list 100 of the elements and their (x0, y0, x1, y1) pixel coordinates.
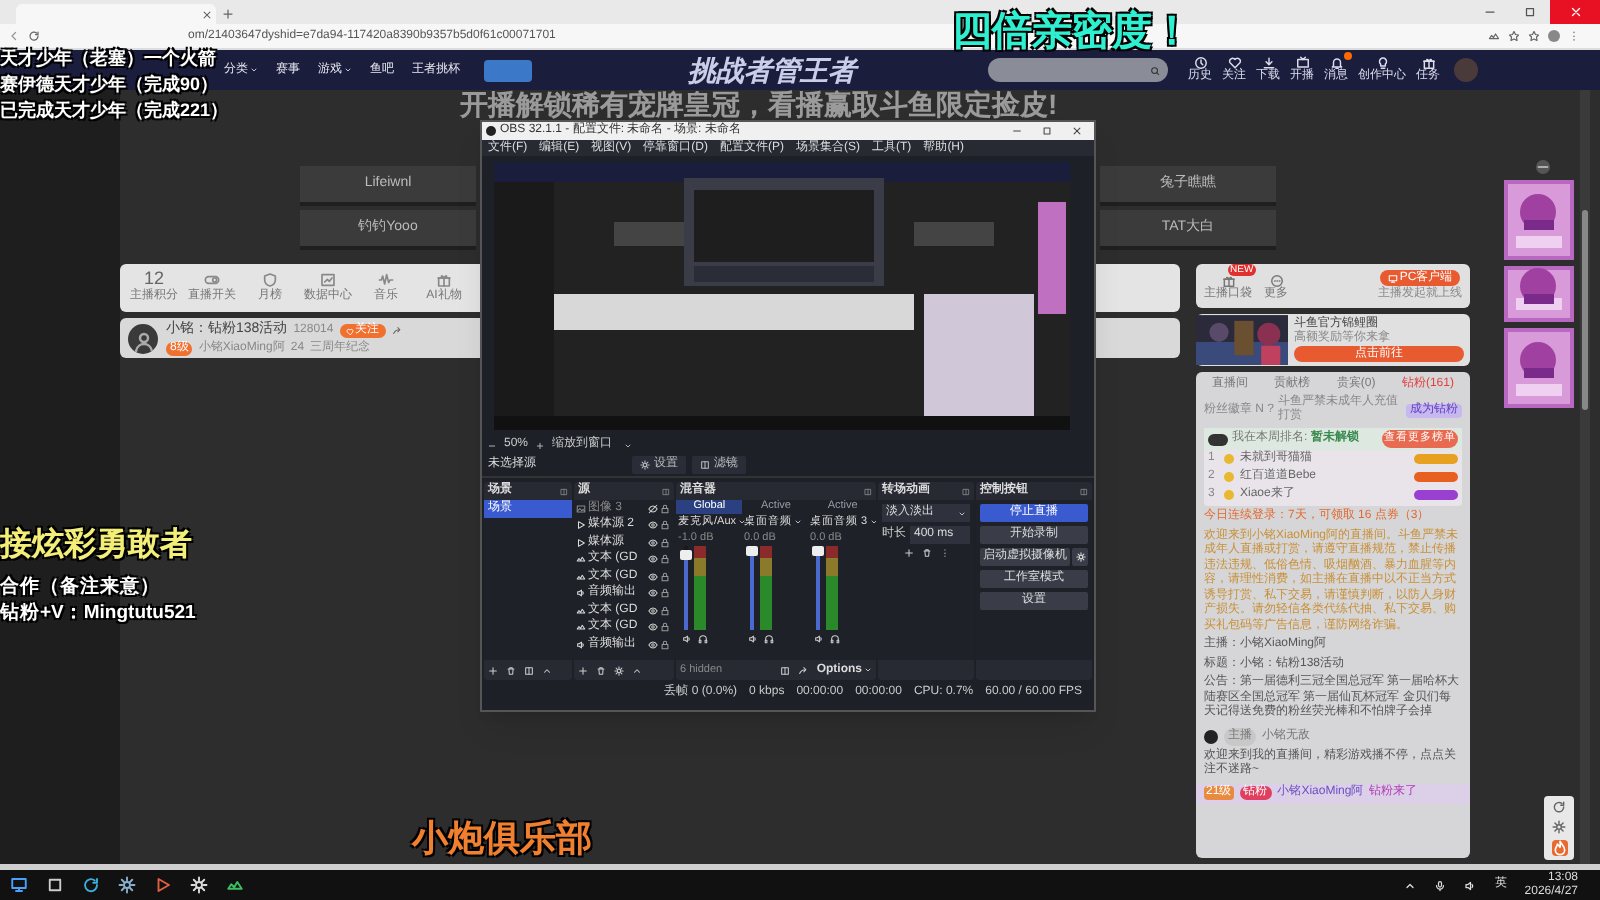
user-avatar (1204, 729, 1218, 743)
waveform-icon[interactable] (378, 271, 394, 287)
eye-icon[interactable] (648, 520, 658, 531)
volume-thumb[interactable] (680, 549, 692, 560)
shield-icon[interactable] (262, 271, 278, 287)
gift-icon (1421, 56, 1435, 70)
move-up-icon[interactable] (632, 665, 642, 675)
undock-icon[interactable] (1080, 487, 1088, 495)
toggle-icon[interactable] (204, 271, 220, 287)
new-tab-icon[interactable] (222, 8, 234, 20)
audio-source-icon (576, 639, 586, 650)
stream-overlay-text: 四倍亲密度！ (952, 12, 1192, 52)
eye-icon[interactable] (648, 605, 658, 616)
monitoring-icon[interactable] (830, 634, 840, 645)
move-up-icon[interactable] (542, 665, 552, 675)
eye-icon[interactable] (648, 639, 658, 650)
remove-icon[interactable] (506, 665, 516, 675)
download-icon (1261, 56, 1275, 70)
add-icon[interactable] (903, 548, 913, 558)
remove-icon[interactable] (921, 548, 931, 558)
stream-overlay-text: 赛伊德天才少年（完成90） (0, 76, 219, 94)
volume-icon[interactable] (1464, 879, 1477, 891)
broadcast-icon (1295, 56, 1309, 70)
more-icon (1269, 274, 1283, 288)
user-avatars (1208, 433, 1228, 445)
person-icon (131, 329, 155, 353)
level-meter (760, 546, 772, 631)
promo-headline: 开播解锁稀有宠牌皇冠，看播赢取斗鱼限定捡皮! (460, 90, 1058, 120)
refresh-icon[interactable] (1552, 800, 1566, 814)
level-meter (826, 546, 838, 631)
gift-icon[interactable] (436, 271, 452, 287)
media-icon[interactable] (154, 876, 172, 894)
bulb-icon (1375, 56, 1389, 70)
layout-icon[interactable] (780, 665, 791, 675)
mute-icon[interactable] (682, 634, 692, 645)
lock-icon[interactable] (660, 605, 670, 616)
settings-icon (640, 460, 650, 470)
promo-badge[interactable] (484, 59, 532, 81)
close-icon[interactable] (202, 9, 212, 19)
monitoring-icon[interactable] (764, 634, 774, 645)
undock-icon[interactable] (864, 487, 872, 495)
heart-icon (345, 327, 354, 335)
filter-icon[interactable] (524, 665, 534, 675)
lock-icon[interactable] (660, 520, 670, 531)
microphone-icon[interactable] (1434, 879, 1447, 891)
lock-icon[interactable] (660, 588, 670, 599)
remove-icon[interactable] (596, 665, 606, 675)
maximize-icon[interactable] (1042, 126, 1052, 136)
minimize-icon[interactable] (1484, 6, 1496, 18)
maximize-icon[interactable] (1524, 6, 1536, 18)
settings-icon[interactable] (1552, 820, 1566, 834)
level-meter (694, 546, 706, 631)
undock-icon[interactable] (560, 487, 568, 495)
eye-icon[interactable] (648, 588, 658, 599)
collections-icon[interactable] (1528, 30, 1540, 42)
volume-thumb[interactable] (812, 546, 824, 557)
chart-icon[interactable] (320, 271, 336, 287)
event-logo: 挑战者管王者 (688, 51, 861, 89)
image-source-icon (576, 503, 586, 514)
camera-settings-button[interactable] (1072, 548, 1088, 566)
heart-icon (1227, 56, 1241, 70)
stream-overlay-text: 钻粉+V：Mingtutu521 (0, 604, 196, 623)
lock-icon[interactable] (660, 571, 670, 582)
eye-icon[interactable] (648, 554, 658, 565)
fire-icon[interactable] (1551, 840, 1567, 856)
add-icon[interactable] (488, 665, 498, 675)
monitor-icon (1387, 273, 1398, 283)
lock-icon[interactable] (660, 622, 670, 633)
eye-icon[interactable] (648, 537, 658, 548)
add-icon[interactable] (578, 665, 588, 675)
scrollbar[interactable] (1582, 210, 1588, 410)
eye-off-icon[interactable] (648, 503, 658, 514)
lock-icon[interactable] (660, 537, 670, 548)
audio-source-icon (576, 588, 586, 599)
refresh-icon[interactable] (28, 30, 40, 42)
lock-icon[interactable] (660, 503, 670, 514)
collapse-icon[interactable] (1536, 160, 1550, 174)
mute-icon[interactable] (748, 634, 758, 645)
tray-chevron-icon[interactable] (1404, 879, 1417, 891)
back-icon[interactable] (8, 30, 20, 42)
profile-avatar[interactable] (1548, 30, 1560, 42)
search-field[interactable] (988, 58, 1168, 82)
share-icon[interactable] (391, 326, 402, 336)
history-icon (1193, 56, 1207, 70)
filter-icon (700, 460, 710, 470)
undock-icon[interactable] (962, 487, 970, 495)
eye-icon[interactable] (648, 571, 658, 582)
eye-icon[interactable] (648, 622, 658, 633)
lock-icon[interactable] (660, 639, 670, 650)
volume-thumb[interactable] (746, 546, 758, 557)
zoom-in-icon[interactable] (536, 441, 545, 449)
zoom-out-icon[interactable] (488, 441, 496, 449)
mute-icon[interactable] (814, 634, 824, 645)
favorite-icon[interactable] (1508, 30, 1520, 42)
lock-icon[interactable] (660, 554, 670, 565)
monitoring-icon[interactable] (698, 634, 708, 645)
undock-icon[interactable] (662, 487, 670, 495)
task-view-icon[interactable] (46, 876, 64, 894)
close-icon[interactable] (1072, 126, 1082, 136)
more-icon[interactable] (939, 548, 949, 558)
